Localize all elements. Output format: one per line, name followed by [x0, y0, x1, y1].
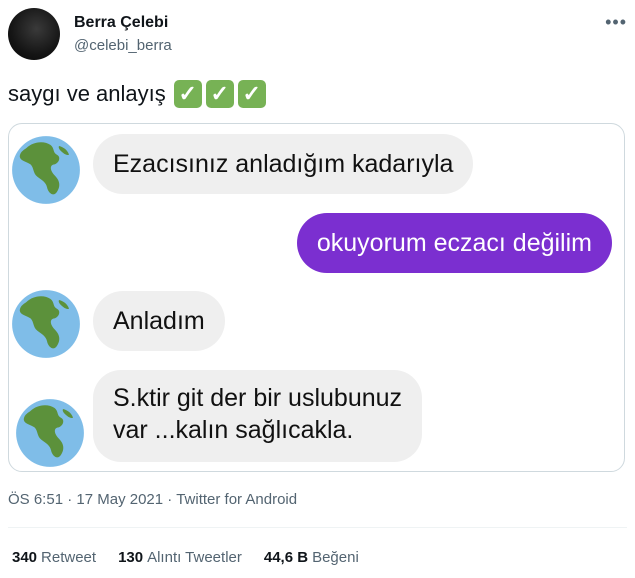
chat-line: S.ktir git der bir uslubunuz — [113, 384, 403, 412]
chat-bubble-received: Ezacısınız anladığım kadarıyla — [93, 134, 474, 194]
earth-americas-icon — [15, 398, 85, 468]
chat-bubble-received: S.ktir git der bir uslubunuz var ...kalı… — [93, 370, 423, 462]
meta-separator: · — [167, 491, 173, 508]
tweet-header: Berra Çelebi @celebi_berra ••• — [8, 8, 627, 64]
tweet-source[interactable]: Twitter for Android — [176, 491, 297, 508]
chat-bubble-sent: okuyorum eczacı değilim — [296, 213, 612, 273]
author-handle[interactable]: @celebi_berra — [74, 37, 172, 54]
more-dots-icon[interactable]: ••• — [605, 12, 627, 33]
earth-americas-icon — [11, 135, 81, 205]
check-mark-icon: ✓ — [173, 80, 202, 108]
retweet-number: 340 — [12, 549, 38, 566]
chat-line: var ...kalın sağlıcakla. — [113, 416, 354, 444]
quote-number: 130 — [118, 549, 144, 566]
tweet-media-image[interactable]: Ezacısınız anladığım kadarıyla okuyorum … — [8, 123, 625, 472]
retweet-label: Retweet — [41, 549, 97, 566]
retweet-count[interactable]: 340 Retweet — [12, 549, 96, 566]
earth-americas-icon — [11, 289, 81, 359]
tweet-stats: 340 Retweet 130 Alıntı Tweetler 44,6 B Beğe… — [12, 549, 359, 566]
quote-count[interactable]: 130 Alıntı Tweetler — [118, 549, 242, 566]
chat-bubble-received: Anladım — [93, 291, 225, 351]
like-count[interactable]: 44,6 B Beğeni — [264, 549, 359, 566]
meta-separator: · — [67, 491, 73, 508]
divider — [8, 527, 627, 528]
check-mark-icon: ✓ — [237, 80, 266, 108]
like-number: 44,6 B — [263, 549, 309, 566]
tweet-date[interactable]: 17 May 2021 — [76, 491, 163, 508]
tweet-text-body: saygı ve anlayış — [8, 81, 166, 106]
tweet-meta: ÖS 6:51 · 17 May 2021 · Twitter for Andr… — [8, 491, 297, 508]
quote-label: Alıntı Tweetler — [147, 549, 242, 566]
check-mark-icon: ✓ — [205, 80, 234, 108]
tweet-time[interactable]: ÖS 6:51 — [8, 491, 63, 508]
author-name[interactable]: Berra Çelebi — [74, 14, 168, 32]
tweet-text: saygı ve anlayış ✓ ✓ ✓ — [8, 80, 266, 108]
avatar[interactable] — [8, 8, 60, 60]
emoji-group: ✓ ✓ ✓ — [173, 80, 266, 108]
like-label: Beğeni — [312, 549, 359, 566]
